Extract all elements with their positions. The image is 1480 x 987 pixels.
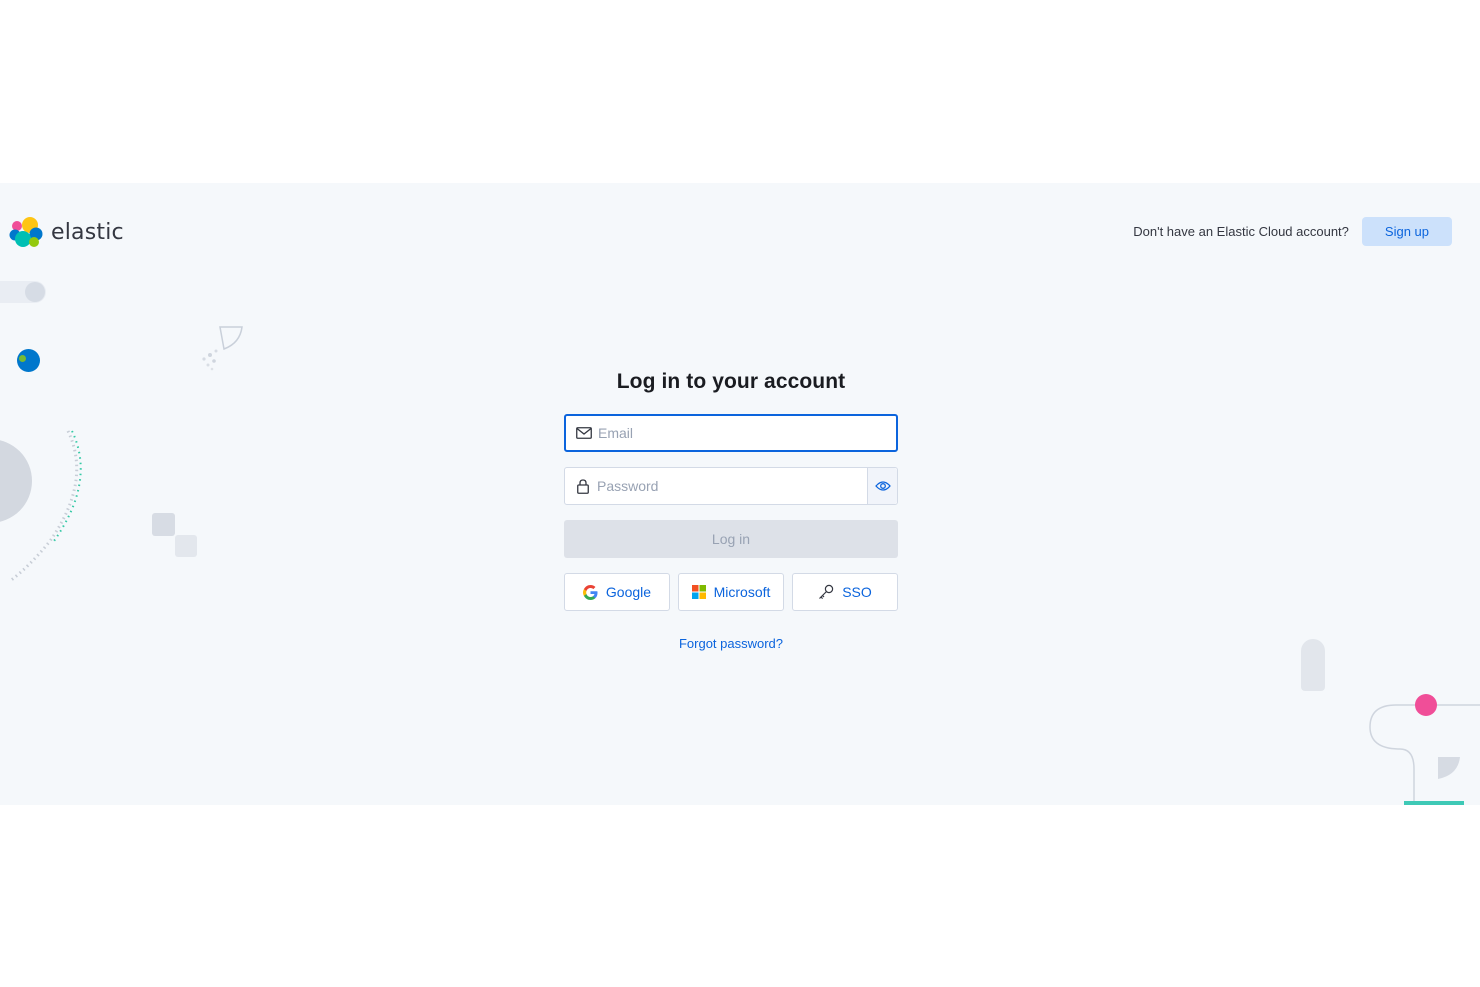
elastic-logo[interactable]: elastic xyxy=(9,214,124,250)
microsoft-login-button[interactable]: Microsoft xyxy=(678,573,784,611)
password-field-container[interactable] xyxy=(564,467,898,505)
google-login-button[interactable]: Google xyxy=(564,573,670,611)
microsoft-label: Microsoft xyxy=(713,584,771,600)
login-form: Log in to your account Log in Google xyxy=(564,370,898,651)
key-icon xyxy=(819,584,834,600)
login-button[interactable]: Log in xyxy=(564,520,898,558)
sso-label: SSO xyxy=(842,584,872,600)
provider-buttons: Google Microsoft SSO xyxy=(564,573,898,611)
show-password-button[interactable] xyxy=(867,468,897,504)
google-icon xyxy=(582,584,598,600)
sphere-decoration xyxy=(0,430,82,583)
eye-icon xyxy=(874,481,891,491)
square-decoration-2 xyxy=(175,535,197,557)
signup-button[interactable]: Sign up xyxy=(1361,217,1452,246)
google-label: Google xyxy=(605,584,652,600)
page-title: Log in to your account xyxy=(616,370,846,393)
pill-decoration xyxy=(1301,639,1325,691)
logo-wordmark: elastic xyxy=(51,219,124,245)
signup-area: Don't have an Elastic Cloud account? Sig… xyxy=(1133,217,1452,246)
lock-icon xyxy=(565,478,595,494)
forgot-password-link[interactable]: Forgot password? xyxy=(564,636,898,651)
globe-decoration xyxy=(17,349,40,372)
password-input[interactable] xyxy=(595,468,867,504)
square-decoration xyxy=(152,513,175,536)
email-field-container[interactable] xyxy=(564,414,898,452)
toggle-decoration xyxy=(0,281,46,303)
shield-decoration xyxy=(202,326,243,371)
microsoft-icon xyxy=(691,585,706,599)
email-input[interactable] xyxy=(596,416,896,450)
elastic-logo-icon xyxy=(9,217,43,247)
curve-decoration xyxy=(1369,694,1480,805)
sso-login-button[interactable]: SSO xyxy=(792,573,898,611)
signup-prompt: Don't have an Elastic Cloud account? xyxy=(1133,224,1349,239)
mail-icon xyxy=(566,427,596,439)
